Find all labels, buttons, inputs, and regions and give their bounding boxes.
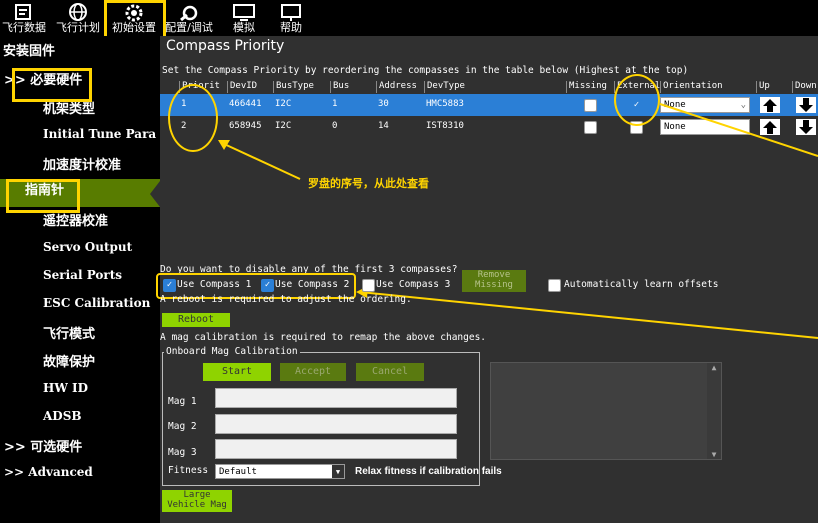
reboot-button[interactable]: Reboot bbox=[162, 313, 230, 327]
mag2-label: Mag 2 bbox=[168, 421, 197, 432]
sidebar-item-optional-hardware[interactable]: >> 可选硬件 bbox=[0, 436, 164, 455]
simulation-button[interactable]: 模拟 bbox=[224, 0, 264, 36]
config-tuning-button[interactable]: 配置/调试 bbox=[160, 0, 218, 36]
mag1-progress bbox=[215, 388, 457, 408]
help-monitor-icon bbox=[281, 4, 301, 21]
flight-data-icon bbox=[15, 4, 31, 20]
onboard-mag-title: Onboard Mag Calibration bbox=[164, 346, 300, 357]
use-compass-3-label: Use Compass 3 bbox=[376, 279, 451, 290]
accept-button[interactable]: Accept bbox=[280, 363, 346, 381]
large-vehicle-mag-button[interactable]: Large Vehicle Mag bbox=[162, 490, 232, 512]
compass-panel: Compass Priority Set the Compass Priorit… bbox=[156, 36, 818, 523]
sidebar-item-install-firmware[interactable]: 安装固件 bbox=[0, 40, 163, 59]
use-compass-3-checkbox[interactable] bbox=[362, 279, 375, 292]
flight-data-label: 飞行数据 bbox=[2, 21, 46, 34]
mag3-progress bbox=[215, 439, 457, 459]
calibration-log: ▲ ▼ bbox=[490, 362, 722, 460]
mag3-label: Mag 3 bbox=[168, 447, 197, 458]
highlight-compass bbox=[6, 179, 80, 213]
cancel-button[interactable]: Cancel bbox=[356, 363, 424, 381]
flight-data-button[interactable]: 飞行数据 bbox=[0, 0, 48, 36]
config-tuning-label: 配置/调试 bbox=[165, 21, 213, 34]
chevron-down-icon: ▼ bbox=[332, 465, 344, 478]
top-toolbar: 飞行数据 飞行计划 初始设置 配置/调试 模拟 帮助 bbox=[0, 0, 818, 46]
left-sidebar: 安装固件 >> 必要硬件 机架类型 Initial Tune Para 加速度计… bbox=[0, 36, 185, 523]
active-indicator bbox=[150, 181, 160, 207]
reboot-note: A reboot is required to adjust the order… bbox=[160, 294, 412, 305]
sidebar-item-advanced[interactable]: >> Advanced bbox=[0, 465, 164, 479]
auto-learn-checkbox[interactable] bbox=[548, 279, 561, 292]
help-button[interactable]: 帮助 bbox=[270, 0, 312, 36]
fitness-dropdown[interactable]: Default ▼ bbox=[215, 464, 345, 479]
scroll-down-icon[interactable]: ▼ bbox=[707, 450, 721, 459]
wrench-icon bbox=[180, 5, 198, 22]
fitness-value: Default bbox=[219, 467, 257, 477]
annotation-arrows bbox=[218, 103, 818, 339]
mag-note: A mag calibration is required to remap t… bbox=[160, 332, 487, 343]
mag1-label: Mag 1 bbox=[168, 396, 197, 407]
start-button[interactable]: Start bbox=[203, 363, 271, 381]
monitor-icon bbox=[233, 4, 255, 21]
log-scrollbar[interactable]: ▲ ▼ bbox=[707, 363, 721, 459]
globe-icon bbox=[69, 3, 87, 21]
remove-missing-button[interactable]: Remove Missing bbox=[462, 270, 526, 292]
scroll-up-icon[interactable]: ▲ bbox=[707, 363, 721, 372]
mag2-progress bbox=[215, 414, 457, 434]
simulation-label: 模拟 bbox=[233, 21, 255, 34]
relax-fitness-label: Relax fitness if calibration fails bbox=[355, 466, 502, 477]
flight-plan-label: 飞行计划 bbox=[56, 21, 100, 34]
help-label: 帮助 bbox=[280, 21, 302, 34]
flight-plan-button[interactable]: 飞行计划 bbox=[52, 0, 104, 36]
auto-learn-label: Automatically learn offsets bbox=[564, 279, 719, 290]
highlight-mandatory bbox=[12, 68, 92, 102]
fitness-label: Fitness bbox=[168, 465, 209, 476]
